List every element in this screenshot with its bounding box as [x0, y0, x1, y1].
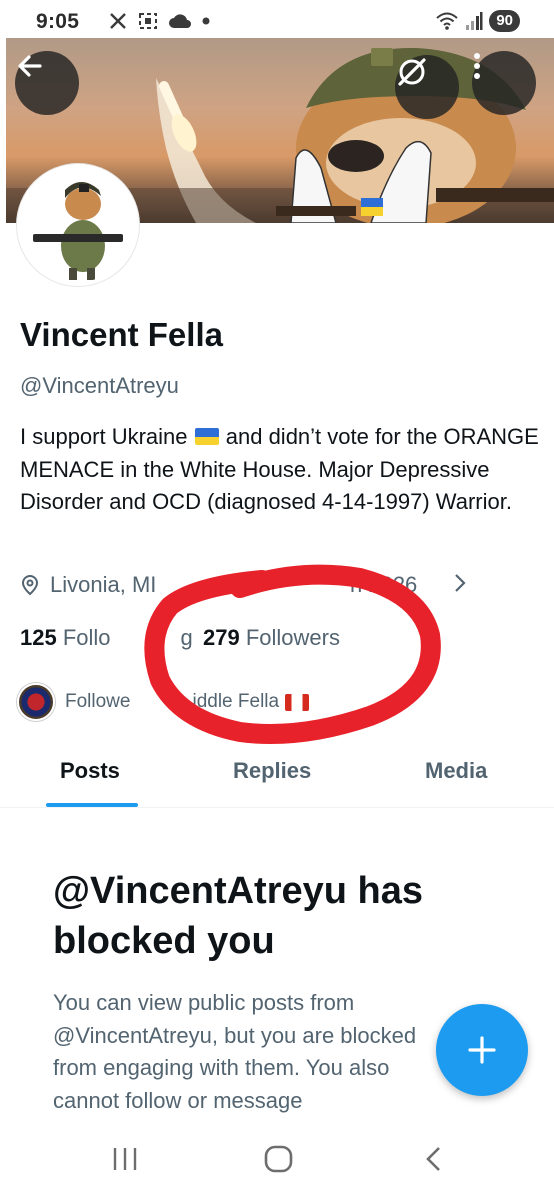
- status-bar: 9:05 90: [0, 0, 554, 38]
- profile-bio: I support Ukraine and didn’t vote for th…: [20, 421, 540, 519]
- followed-by-text-end: iddle Fella: [192, 691, 280, 712]
- cloud-icon: [169, 14, 191, 28]
- plus-icon: [468, 1036, 496, 1064]
- status-icons-left: [108, 11, 211, 31]
- following-count: 125: [20, 625, 57, 650]
- screenshot-icon: [139, 13, 157, 29]
- following-label-tail: g: [180, 625, 193, 650]
- tab-media[interactable]: Media: [425, 758, 487, 784]
- followed-by-row[interactable]: Followe iddle Fella: [17, 683, 310, 721]
- display-name: Vincent Fella: [20, 316, 223, 353]
- joined-date: h 2026: [350, 572, 418, 597]
- more-options-button[interactable]: [472, 51, 536, 115]
- canada-flag-icon: [285, 693, 310, 711]
- system-nav-bar: [0, 1122, 554, 1200]
- followed-by-text-start: Followe: [65, 691, 131, 712]
- profile-avatar[interactable]: [17, 164, 139, 286]
- x-app-icon: [110, 13, 126, 29]
- wifi-icon: [436, 12, 458, 30]
- followers-link[interactable]: 279 Followers: [203, 625, 340, 651]
- followers-count: 279: [203, 625, 240, 650]
- back-button[interactable]: [15, 51, 79, 115]
- followers-label: Followers: [245, 625, 340, 650]
- following-link[interactable]: 125 Follo g: [20, 625, 193, 650]
- tab-posts[interactable]: Posts: [60, 758, 120, 784]
- ukraine-flag-icon: [194, 428, 219, 445]
- profile-tabs: Posts Replies Media: [0, 742, 554, 808]
- chevron-right-icon[interactable]: [452, 570, 468, 596]
- dot-icon: [202, 17, 210, 25]
- home-icon[interactable]: [263, 1144, 295, 1174]
- follower-avatar: [17, 683, 55, 721]
- avatar-image: [21, 168, 135, 282]
- back-nav-icon[interactable]: [422, 1144, 446, 1174]
- status-icons-right: 90: [435, 10, 520, 32]
- blocked-message: You can view public posts from @VincentA…: [53, 990, 417, 1113]
- recent-apps-icon[interactable]: [110, 1144, 140, 1174]
- status-time: 9:05: [36, 10, 80, 33]
- grok-button[interactable]: [395, 55, 459, 119]
- more-vert-icon: [474, 53, 480, 79]
- compose-fab[interactable]: [436, 1004, 528, 1096]
- tab-replies[interactable]: Replies: [233, 758, 311, 784]
- blocked-title: @VincentAtreyu has blocked you: [53, 870, 424, 962]
- battery-indicator: 90: [489, 10, 520, 32]
- profile-screen: 9:05 90 Vincent Fella @VincentAtreyu I s…: [0, 0, 554, 1200]
- signal-icon: [466, 12, 483, 30]
- back-arrow-icon: [18, 55, 42, 77]
- follow-stats: 125 Follo g 279 Followers: [20, 625, 340, 651]
- bio-text-start: I support Ukraine: [20, 424, 194, 449]
- profile-meta-row[interactable]: Livonia, MI h 2026: [20, 572, 466, 598]
- grok-icon: [398, 58, 426, 86]
- location-text: Livonia, MI: [50, 572, 157, 597]
- user-handle: @VincentAtreyu: [20, 373, 179, 398]
- following-label: Follo: [62, 625, 111, 650]
- active-tab-indicator: [46, 803, 138, 807]
- location-pin-icon: [21, 574, 39, 596]
